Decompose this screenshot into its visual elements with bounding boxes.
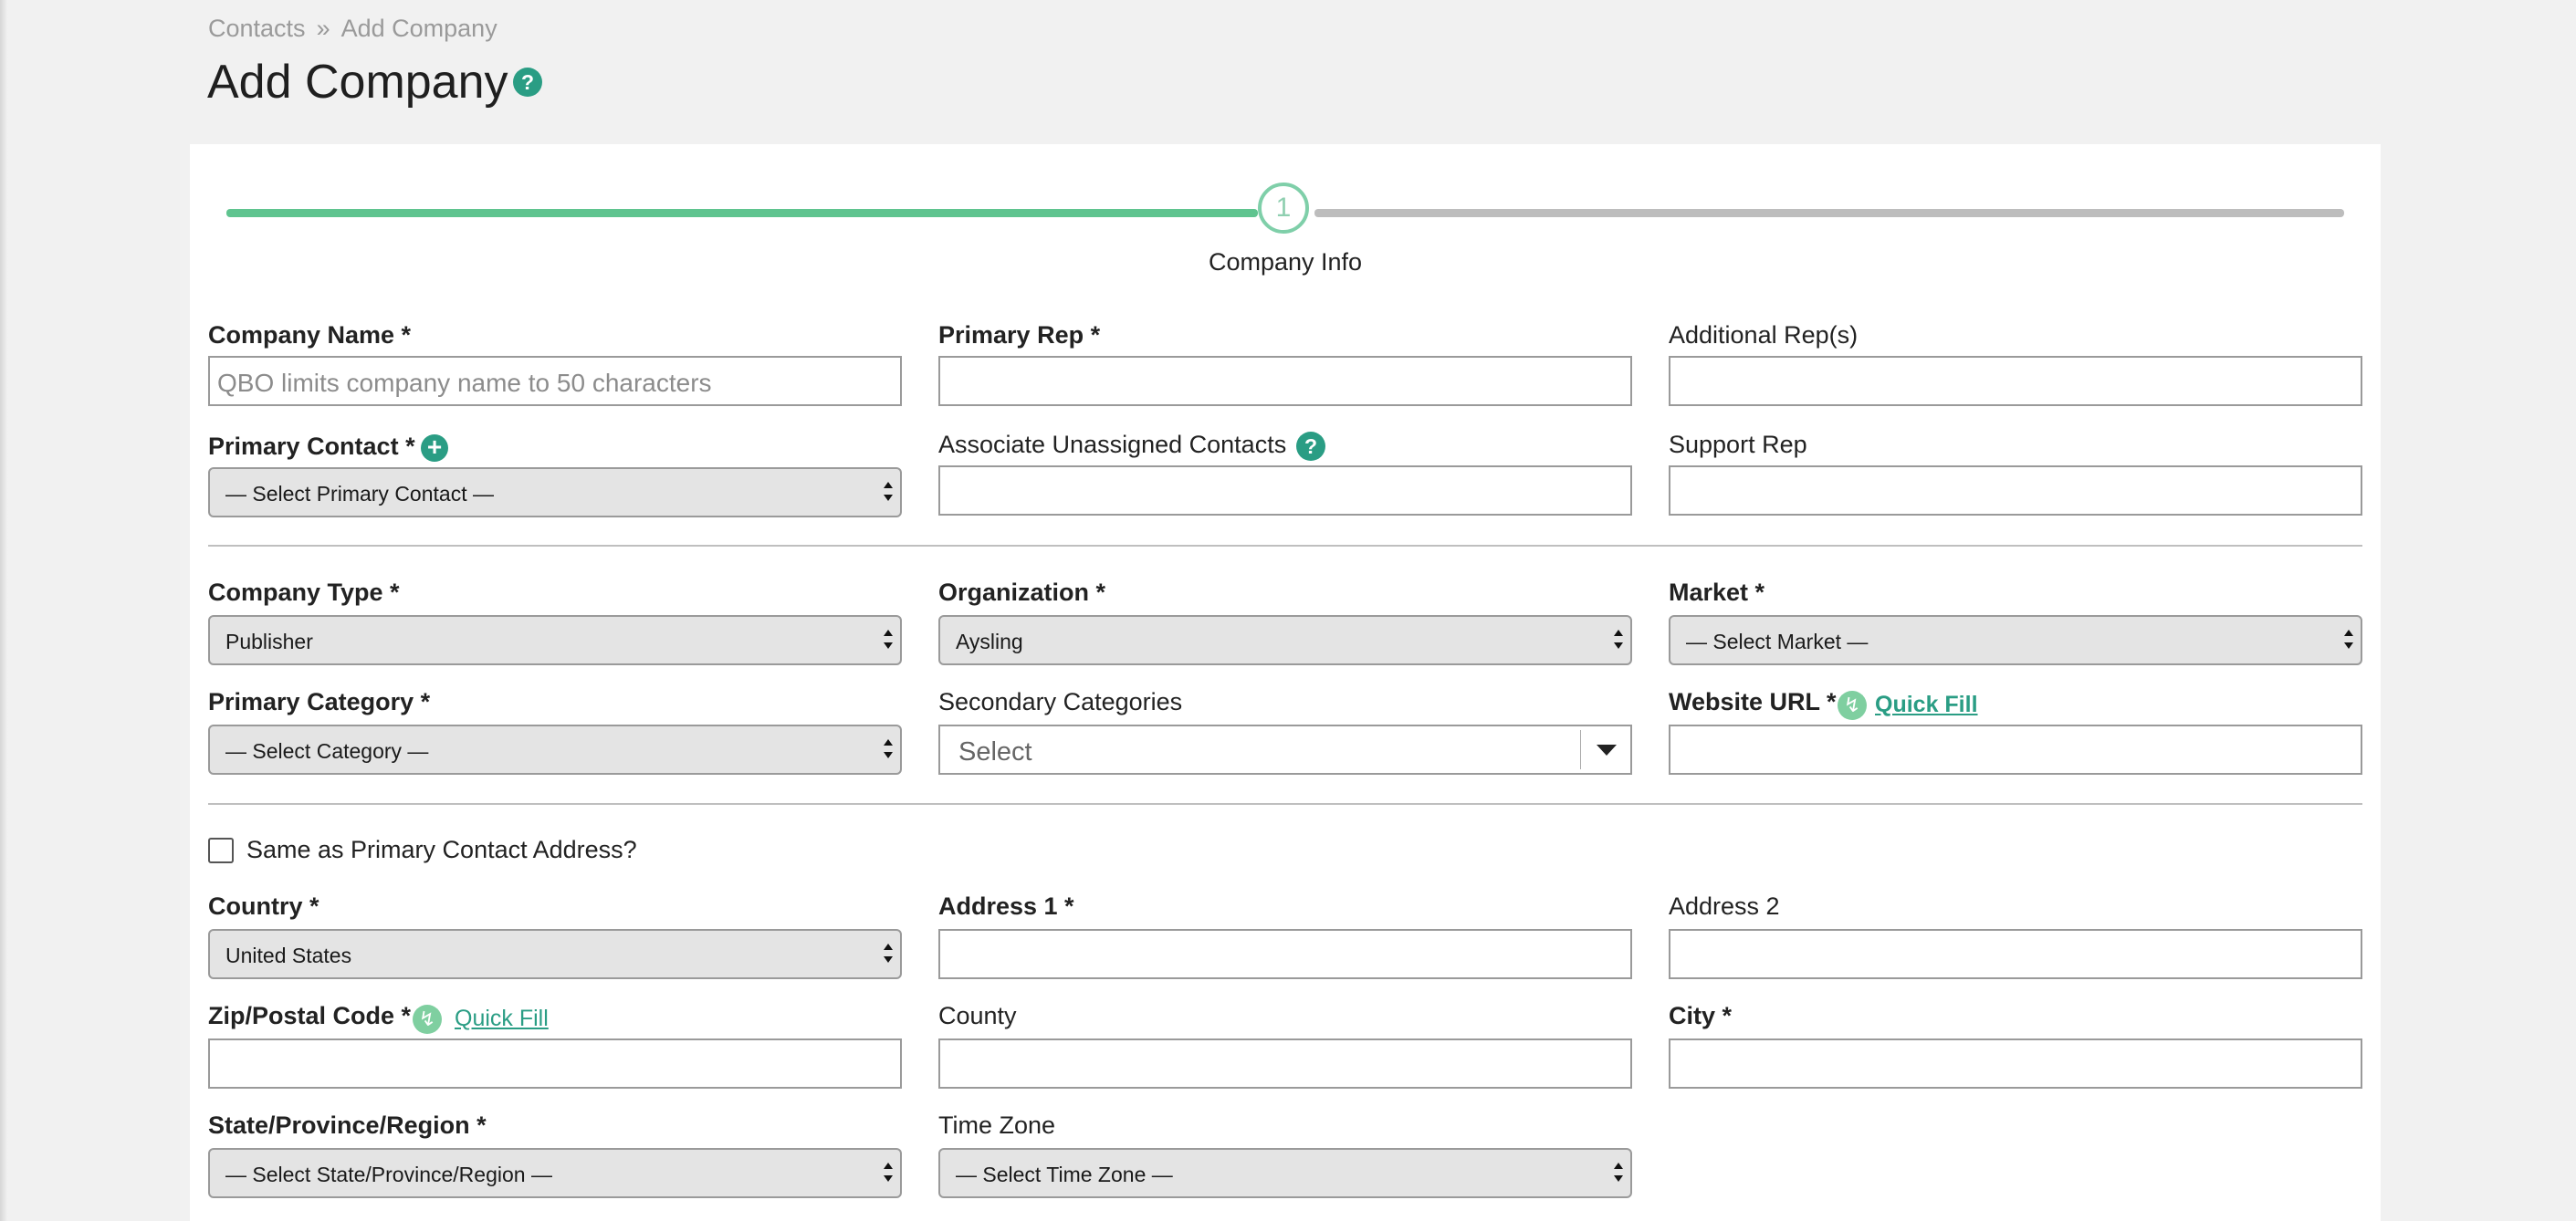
select-arrows-icon (884, 942, 893, 967)
zip-input[interactable] (208, 1038, 902, 1089)
time-zone-value: — Select Time Zone — (956, 1163, 1173, 1186)
support-rep-input[interactable] (1669, 465, 2362, 516)
time-zone-label: Time Zone (938, 1111, 1056, 1139)
breadcrumb-contacts-link[interactable]: Contacts (208, 15, 306, 42)
add-contact-icon[interactable]: + (421, 434, 448, 462)
same-as-contact-label: Same as Primary Contact Address? (246, 836, 637, 863)
window-edge (0, 0, 7, 1221)
state-label: State/Province/Region * (208, 1111, 487, 1139)
address1-input[interactable] (938, 929, 1632, 979)
address2-label: Address 2 (1669, 892, 1780, 920)
additional-reps-input[interactable] (1669, 356, 2362, 406)
step-label: Company Info (1208, 248, 1363, 276)
additional-reps-label: Additional Rep(s) (1669, 321, 1859, 349)
progress-completed-track (226, 209, 1258, 217)
caret-down-icon[interactable] (1597, 745, 1617, 756)
primary-rep-label: Primary Rep * (938, 321, 1101, 349)
company-name-placeholder: QBO limits company name to 50 characters (217, 369, 712, 397)
select-arrows-icon (2344, 628, 2353, 653)
time-zone-select[interactable]: — Select Time Zone — (938, 1148, 1632, 1198)
primary-contact-label: Primary Contact * (208, 433, 415, 460)
company-type-select[interactable]: Publisher (208, 615, 902, 665)
address1-label: Address 1 * (938, 892, 1074, 920)
market-value: — Select Market — (1686, 630, 1869, 653)
associate-help-icon[interactable]: ? (1296, 432, 1325, 461)
primary-contact-value: — Select Primary Contact — (225, 482, 494, 506)
section-divider (208, 545, 2362, 547)
county-label: County (938, 1002, 1017, 1029)
help-icon[interactable]: ? (513, 68, 542, 97)
website-quick-fill-link[interactable]: Quick Fill (1875, 692, 1978, 718)
company-name-input[interactable]: QBO limits company name to 50 characters (208, 356, 902, 406)
select-arrows-icon (884, 480, 893, 506)
organization-value: Aysling (956, 630, 1023, 653)
market-select[interactable]: — Select Market — (1669, 615, 2362, 665)
support-rep-label: Support Rep (1669, 431, 1807, 458)
primary-category-value: — Select Category — (225, 739, 429, 763)
breadcrumb-current: Add Company (340, 15, 497, 42)
select-arrows-icon (884, 628, 893, 653)
state-select[interactable]: — Select State/Province/Region — (208, 1148, 902, 1198)
select-divider (1580, 730, 1581, 769)
bolt-icon: ↯ (1838, 691, 1867, 720)
country-label: Country * (208, 892, 319, 920)
step-1-indicator: 1 (1258, 183, 1309, 234)
same-as-contact-checkbox[interactable] (208, 838, 234, 863)
address2-input[interactable] (1669, 929, 2362, 979)
primary-contact-select[interactable]: — Select Primary Contact — (208, 467, 902, 517)
primary-category-label: Primary Category * (208, 688, 431, 715)
market-label: Market * (1669, 579, 1765, 606)
country-select[interactable]: United States (208, 929, 902, 979)
breadcrumb: Contacts » Add Company (208, 15, 497, 43)
company-name-label: Company Name * (208, 321, 412, 349)
city-input[interactable] (1669, 1038, 2362, 1089)
associate-unassigned-label: Associate Unassigned Contacts (938, 431, 1287, 458)
secondary-categories-value: Select (958, 737, 1032, 767)
organization-select[interactable]: Aysling (938, 615, 1632, 665)
country-value: United States (225, 944, 352, 967)
company-type-value: Publisher (225, 630, 313, 653)
zip-label: Zip/Postal Code * (208, 1002, 412, 1029)
associate-unassigned-input[interactable] (938, 465, 1632, 516)
select-arrows-icon (1614, 1161, 1623, 1186)
select-arrows-icon (884, 737, 893, 763)
organization-label: Organization * (938, 579, 1106, 606)
state-value: — Select State/Province/Region — (225, 1163, 552, 1186)
zip-quick-fill-link[interactable]: Quick Fill (455, 1006, 549, 1032)
page-title: Add Company (207, 56, 508, 109)
secondary-categories-select[interactable]: Select (938, 725, 1632, 775)
progress-remaining-track (1314, 209, 2344, 217)
website-url-input[interactable] (1669, 725, 2362, 775)
primary-category-select[interactable]: — Select Category — (208, 725, 902, 775)
select-arrows-icon (884, 1161, 893, 1186)
select-arrows-icon (1614, 628, 1623, 653)
section-divider (208, 803, 2362, 805)
bolt-icon: ↯ (413, 1005, 442, 1034)
city-label: City * (1669, 1002, 1733, 1029)
website-url-label: Website URL * (1669, 688, 1837, 715)
breadcrumb-separator: » (316, 15, 330, 42)
primary-rep-input[interactable] (938, 356, 1632, 406)
secondary-categories-label: Secondary Categories (938, 688, 1183, 715)
county-input[interactable] (938, 1038, 1632, 1089)
company-type-label: Company Type * (208, 579, 400, 606)
